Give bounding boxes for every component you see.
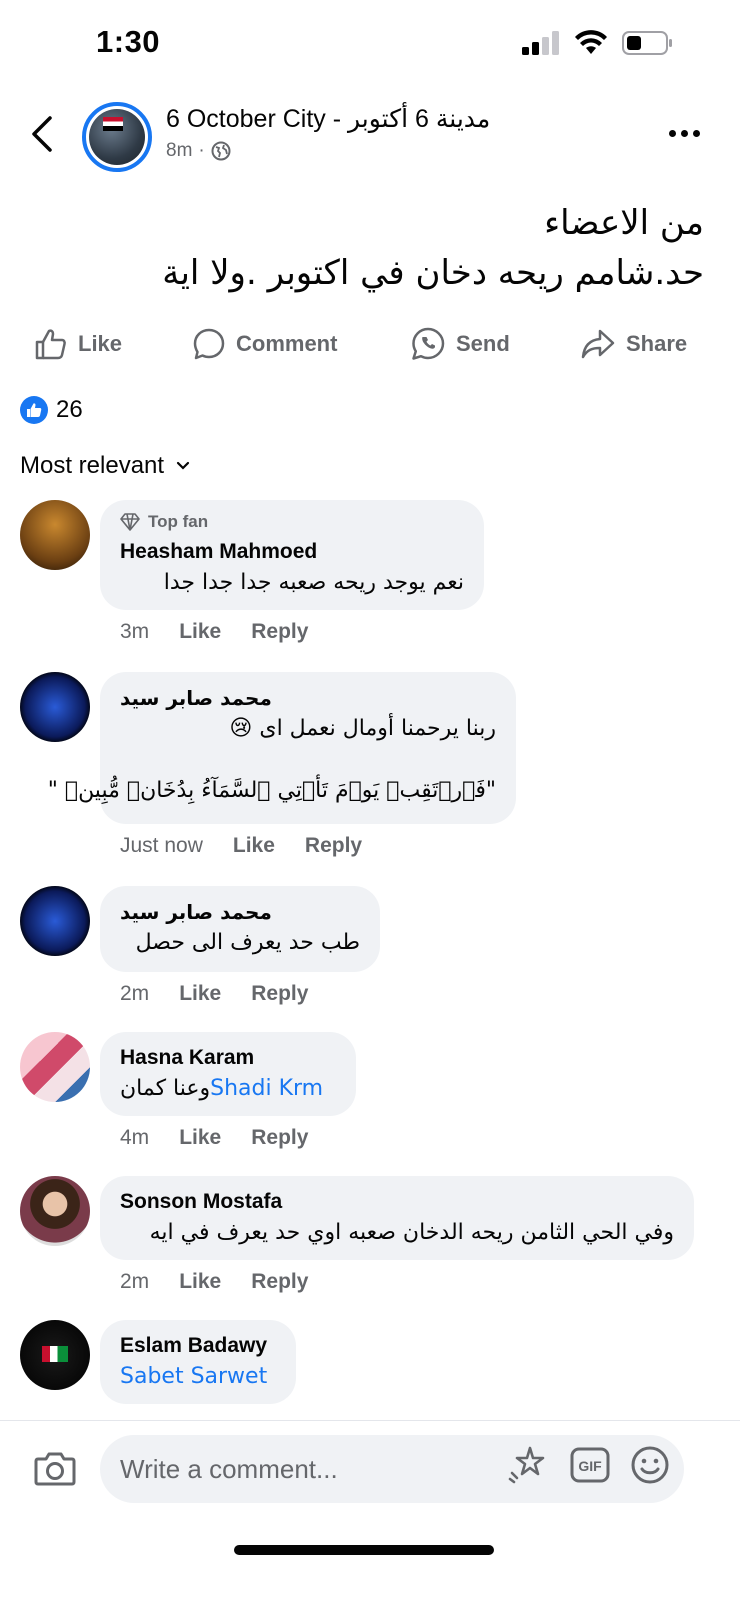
diamond-icon (120, 513, 140, 531)
post-text-line-2: حد.شامم ريحه دخان في اكتوبر .ولا اية (162, 253, 704, 293)
cellular-signal-icon (522, 31, 559, 55)
comment-bubble: Hasna Karam وعنا كمانShadi Krm (100, 1032, 356, 1116)
commenter-avatar[interactable] (20, 1032, 90, 1102)
gif-icon[interactable]: GIF (570, 1445, 610, 1485)
comment-meta: 2m Like Reply (120, 982, 308, 1006)
comment-reply-button[interactable]: Reply (251, 1270, 308, 1294)
svg-text:GIF: GIF (578, 1458, 602, 1474)
comment-sort-dropdown[interactable]: Most relevant (20, 452, 190, 480)
comment-time: 2m (120, 982, 150, 1005)
post-action-bar: Like Comment Send Share (0, 316, 740, 376)
share-label: Share (626, 331, 688, 356)
whatsapp-icon (412, 327, 445, 360)
like-reaction-icon (20, 396, 48, 424)
back-arrow-icon[interactable] (28, 114, 58, 154)
comment-text-line-1: ربنا يرحمنا أومال نعمل اى 😢 (229, 716, 496, 741)
comment-author[interactable]: Hasna Karam (120, 1044, 336, 1072)
comment-like-button[interactable]: Like (179, 1126, 221, 1150)
badge-label: Top fan (148, 512, 209, 531)
commenter-avatar[interactable] (20, 1176, 90, 1246)
post-text-line-1: من الاعضاء (544, 203, 704, 243)
comment-text: وعنا كمانShadi Krm (120, 1072, 336, 1106)
comment-text-body: وعنا كمان (120, 1076, 211, 1101)
comment-text: نعم يوجد ريحه صعبه جدا جدا جدا (163, 570, 464, 595)
comment-author[interactable]: Heasham Mahmoed (120, 538, 464, 566)
comment-like-button[interactable]: Like (233, 834, 275, 858)
comment-time: 2m (120, 1270, 150, 1293)
comment-meta: 2m Like Reply (120, 1270, 308, 1294)
chevron-down-icon (176, 461, 190, 470)
status-icons (522, 30, 674, 56)
comment-time: Just now (120, 834, 203, 857)
comment-text: وفي الحي الثامن ريحه الدخان صعبه اوي حد … (149, 1220, 674, 1245)
comment-text: طب حد يعرف الى حصل (135, 930, 360, 955)
post-header: 6 October City - مدينة 6 أكتوبر 8m · (0, 100, 740, 180)
commenter-avatar[interactable] (20, 672, 90, 742)
page-avatar[interactable] (82, 102, 152, 172)
commenter-avatar[interactable] (20, 500, 90, 570)
comment-label: Comment (236, 331, 338, 356)
comment-icon (193, 328, 225, 360)
status-bar: 1:30 (0, 0, 740, 90)
sort-label: Most relevant (20, 452, 165, 479)
send-button[interactable]: Send (410, 316, 510, 372)
comment-bubble: محمد صابر سيد طب حد يعرف الى حصل (100, 886, 380, 972)
comment-author[interactable]: Sonson Mostafa (120, 1188, 674, 1216)
status-time: 1:30 (96, 24, 161, 59)
comment-reply-button[interactable]: Reply (251, 982, 308, 1006)
comment-like-button[interactable]: Like (179, 620, 221, 644)
comment-meta: 4m Like Reply (120, 1126, 308, 1150)
comment-author[interactable]: Eslam Badawy (120, 1332, 276, 1360)
comment-time: 3m (120, 620, 150, 643)
post-text: من الاعضاء حد.شامم ريحه دخان في اكتوبر .… (64, 198, 704, 298)
comment-like-button[interactable]: Like (179, 982, 221, 1006)
wifi-icon (575, 30, 607, 54)
page-avatar-image (89, 109, 145, 165)
comment-reply-button[interactable]: Reply (251, 620, 308, 644)
comment-bubble: Top fan Heasham Mahmoed نعم يوجد ريحه صع… (100, 500, 484, 610)
share-arrow-icon (581, 329, 615, 359)
emoji-icon[interactable] (630, 1445, 670, 1485)
comment-button[interactable]: Comment (192, 316, 337, 372)
mention-link[interactable]: Shadi Krm (210, 1076, 323, 1101)
commenter-avatar[interactable] (20, 1320, 90, 1390)
comment-meta: 3m Like Reply (120, 620, 308, 644)
send-label: Send (456, 331, 510, 356)
comment-reply-button[interactable]: Reply (305, 834, 362, 858)
comment-author[interactable]: محمد صابر سيد (120, 684, 496, 712)
comment-bubble: Eslam Badawy Sabet Sarwet (100, 1320, 296, 1404)
comment-text-line-2: "فَٱرۡتَقِبۡ يَوۡمَ تَأۡتِي ٱلسَّمَآءُ ب… (47, 778, 496, 803)
comment-bubble: Sonson Mostafa وفي الحي الثامن ريحه الدخ… (100, 1176, 694, 1260)
comment-meta: Just now Like Reply (120, 834, 362, 858)
home-indicator[interactable] (234, 1545, 494, 1555)
comment-author[interactable]: محمد صابر سيد (120, 898, 360, 926)
more-options-button[interactable] (669, 130, 700, 137)
globe-icon (211, 141, 231, 161)
camera-icon[interactable] (34, 1449, 76, 1487)
reactions-summary[interactable]: 26 (20, 396, 83, 424)
post-age[interactable]: 8m (166, 140, 192, 162)
comment-bubble: محمد صابر سيد ربنا يرحمنا أومال نعمل اى … (47, 672, 516, 824)
meta-separator: · (198, 140, 205, 161)
top-fan-badge: Top fan (120, 512, 464, 532)
reaction-count: 26 (56, 396, 83, 423)
thumbs-up-icon (35, 329, 66, 360)
comment-reply-button[interactable]: Reply (251, 1126, 308, 1150)
mention-link[interactable]: Sabet Sarwet (120, 1360, 276, 1394)
comment-like-button[interactable]: Like (179, 1270, 221, 1294)
commenter-avatar[interactable] (20, 886, 90, 956)
post-meta: 8m · (166, 140, 231, 162)
battery-icon (622, 31, 672, 55)
composer-tools: GIF (506, 1445, 670, 1485)
comment-time: 4m (120, 1126, 150, 1149)
page-name[interactable]: 6 October City - مدينة 6 أكتوبر (166, 104, 490, 134)
share-button[interactable]: Share (580, 316, 687, 372)
avatar-sticker-icon[interactable] (506, 1445, 550, 1485)
comment-composer: GIF (0, 1420, 740, 1530)
like-button[interactable]: Like (34, 316, 122, 372)
like-label: Like (78, 331, 123, 356)
